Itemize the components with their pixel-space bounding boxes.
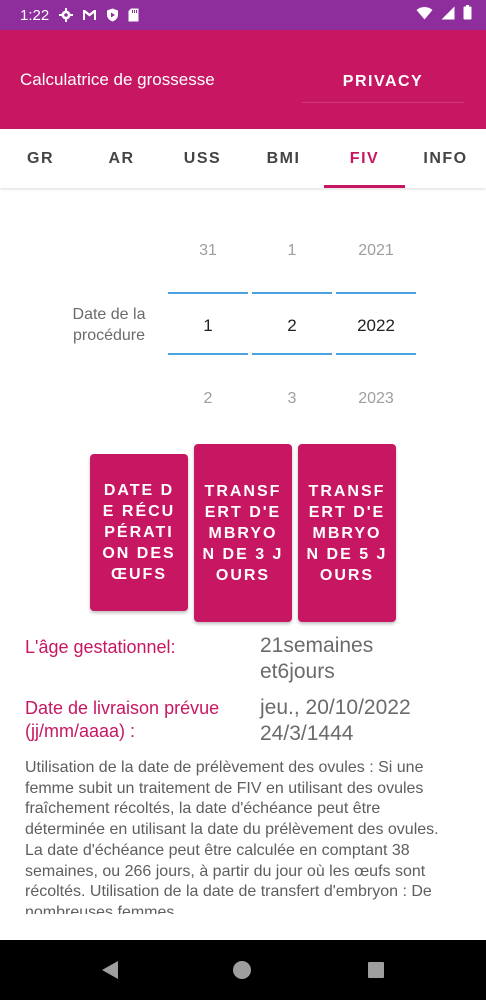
year-divider-bottom [336,353,416,355]
egg-retrieval-date-button[interactable]: DATE DE RÉCUPÉRATION DES ŒUFS [90,454,188,611]
year-next-value[interactable]: 2023 [336,390,416,408]
system-nav-bar [0,940,486,1000]
due-date-label-line1: Date de livraison prévue [25,698,220,718]
tab-fiv[interactable]: FIV [324,129,405,188]
due-date-label-line2: (jj/mm/aaaa) : [25,721,136,741]
app-bar: Calculatrice de grossesse PRIVACY [0,30,486,129]
due-date-hijri-value: 24/3/1444 [260,722,354,745]
back-triangle-icon [102,961,118,979]
description-text: Utilisation de la date de prélèvement de… [25,759,439,914]
back-button[interactable] [90,940,130,1000]
month-selected-value[interactable]: 2 [252,316,332,336]
home-circle-icon [233,961,251,979]
tab-uss[interactable]: USS [162,129,243,188]
month-next-value[interactable]: 3 [252,390,332,408]
gestational-age-label: L'âge gestationnel: [25,637,176,657]
day-divider-bottom [168,353,248,355]
day-selected-value[interactable]: 1 [168,316,248,336]
status-time: 1:22 [20,6,50,24]
month-divider-bottom [252,353,332,355]
day-picker[interactable]: 31 1 2 [168,240,248,412]
sd-card-icon [128,8,139,22]
tab-gr[interactable]: GR [0,129,81,188]
month-prev-value[interactable]: 1 [252,242,332,260]
recents-button[interactable] [356,940,396,1000]
tab-bar: GR AR USS BMI FIV INFO [0,129,486,188]
day-divider-top [168,292,248,294]
day-next-value[interactable]: 2 [168,390,248,408]
battery-icon [463,5,472,25]
wifi-icon [416,6,433,25]
due-date-value: jeu., 20/10/2022 [260,696,411,719]
embryo-transfer-3-day-button[interactable]: TRANSFERT D'EMBRYON DE 3 JOURS [194,444,292,622]
month-divider-top [252,292,332,294]
tab-info[interactable]: INFO [405,129,486,188]
privacy-button[interactable]: PRIVACY [302,62,464,103]
tab-ar[interactable]: AR [81,129,162,188]
year-prev-value[interactable]: 2021 [336,242,416,260]
year-selected-value[interactable]: 2022 [336,316,416,336]
home-button[interactable] [222,940,262,1000]
gestational-age-value-line1: 21semaines [260,634,374,657]
year-divider-top [336,292,416,294]
gmail-icon [82,9,97,21]
month-picker[interactable]: 1 2 3 [252,240,332,412]
settings-gear-icon [59,8,74,22]
app-title: Calculatrice de grossesse [20,70,215,89]
year-picker[interactable]: 2021 2022 2023 [336,240,416,412]
cellular-signal-icon [441,6,455,25]
recents-square-icon [368,962,384,978]
gestational-age-value-line2: et6jours [260,660,335,683]
embryo-transfer-5-day-button[interactable]: TRANSFERT D'EMBRYON DE 5 JOURS [298,444,396,622]
tab-bmi[interactable]: BMI [243,129,324,188]
procedure-date-label: Date de la procédure [72,306,146,344]
status-bar: 1:22 [0,0,486,30]
day-prev-value[interactable]: 31 [168,242,248,260]
shield-play-icon [106,8,119,22]
